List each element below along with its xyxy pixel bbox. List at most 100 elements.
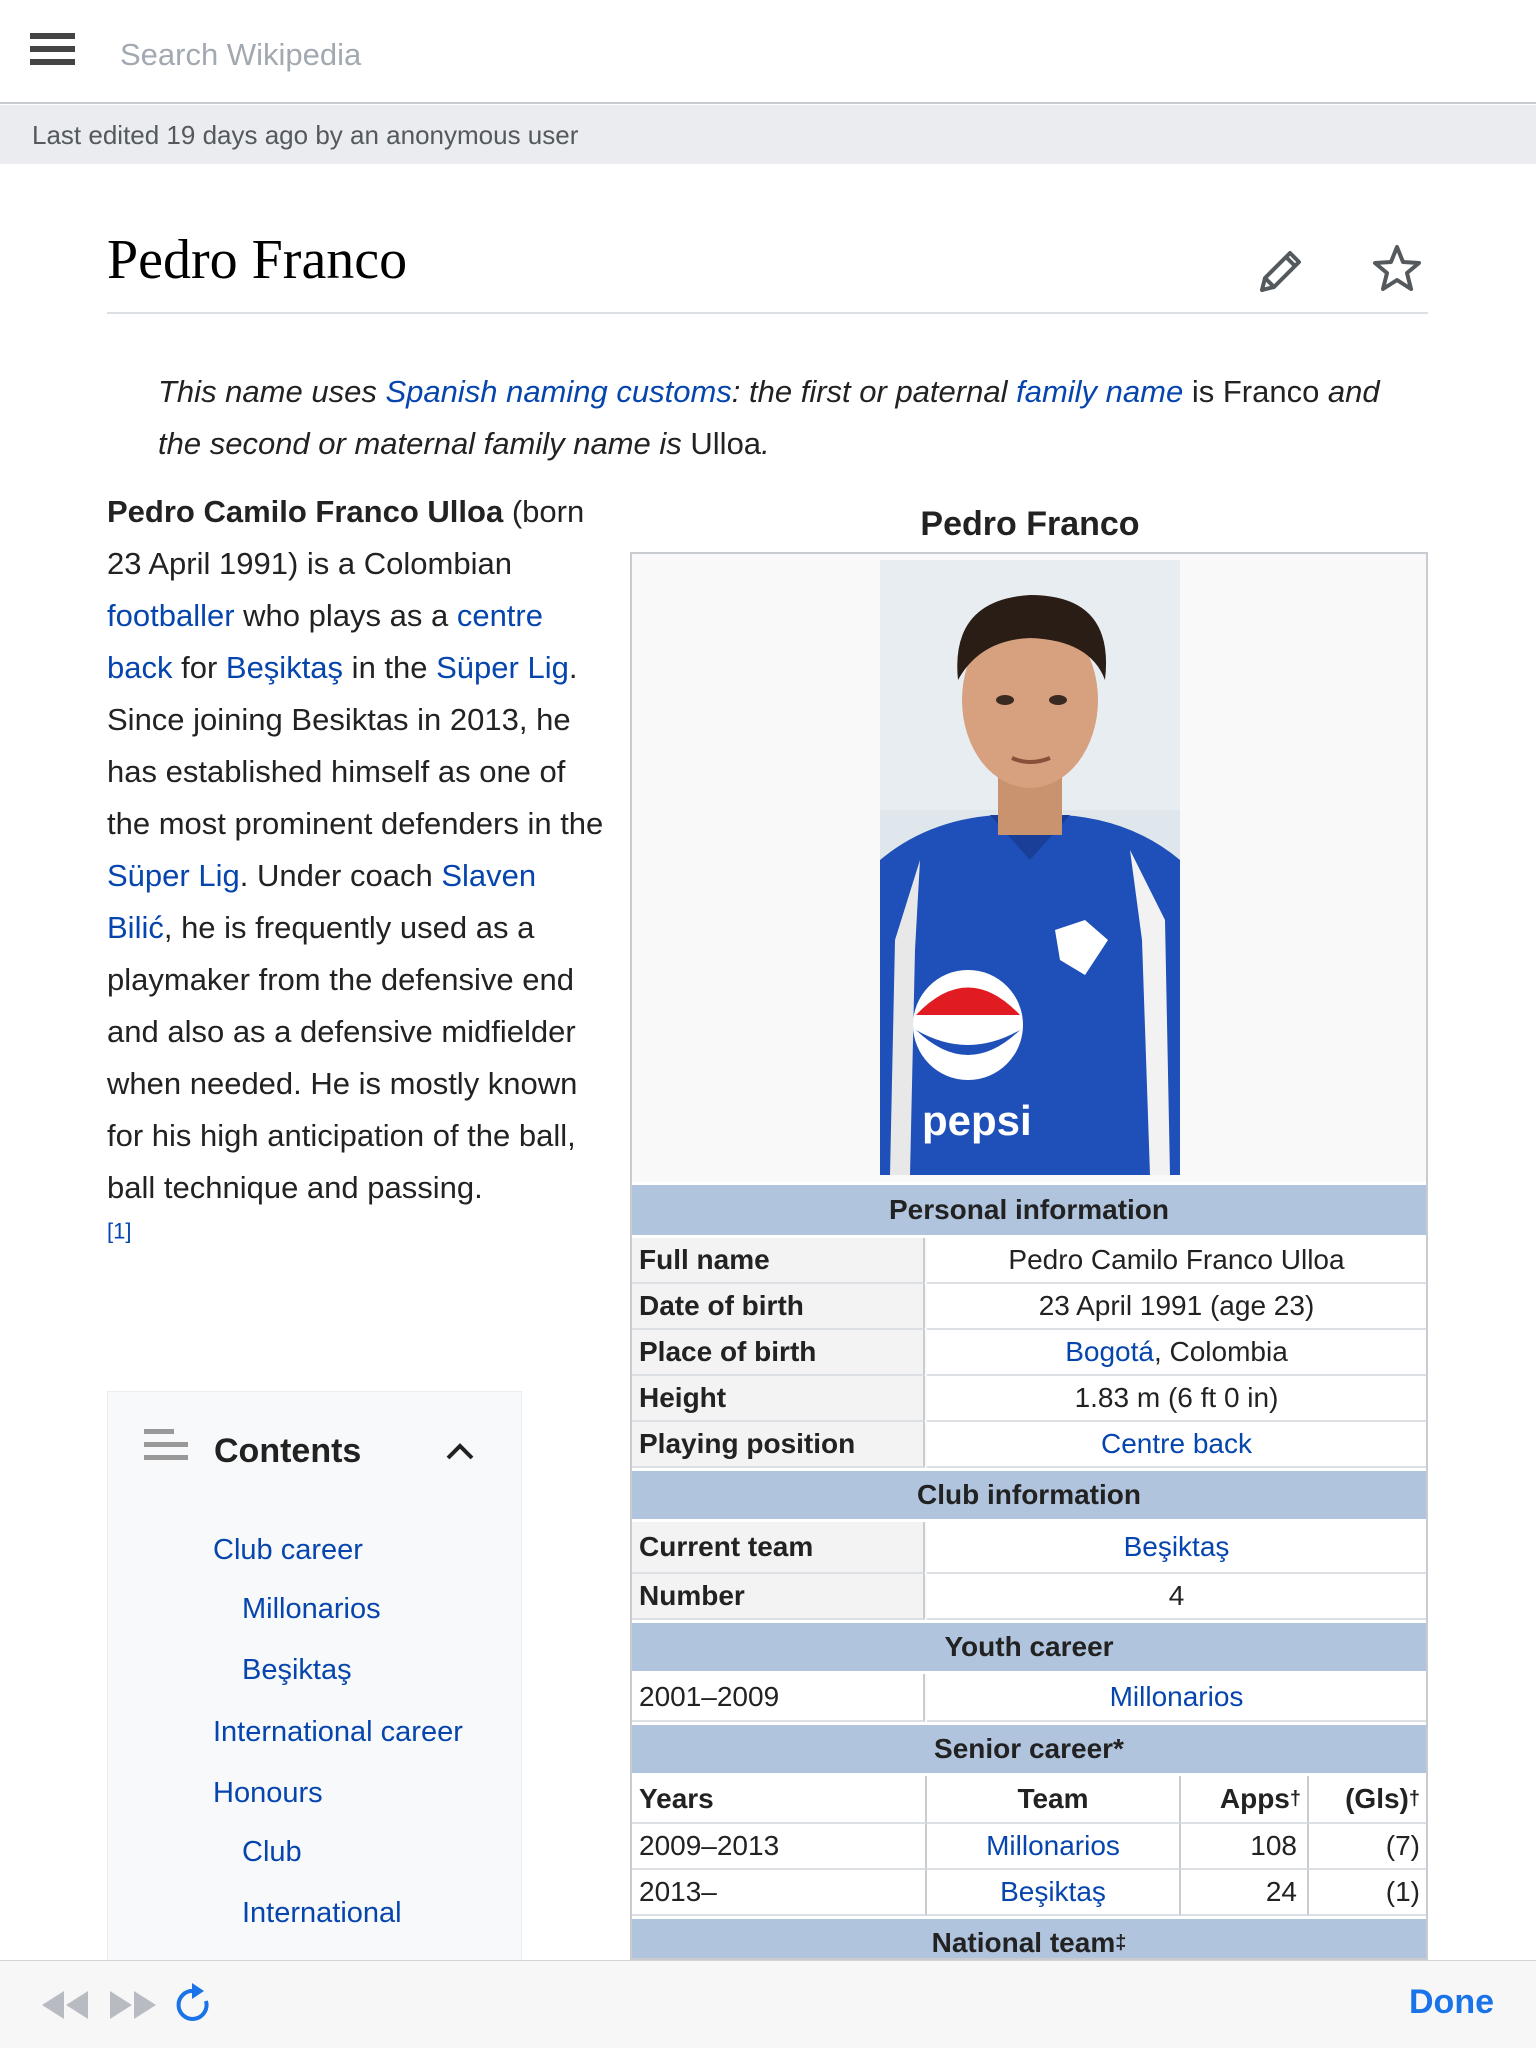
bottom-toolbar: Done	[0, 1960, 1536, 2048]
cell-years: 2013–	[632, 1870, 927, 1916]
infobox-row-place-of-birth: Place of birth Bogotá, Colombia	[632, 1330, 1426, 1376]
infobox-header-youth: Youth career	[632, 1620, 1426, 1674]
infobox: pepsi Personal information Full name Ped…	[630, 552, 1428, 1960]
row-label: Playing position	[632, 1422, 925, 1468]
player-photo[interactable]: pepsi	[880, 560, 1180, 1175]
star-watch-icon[interactable]	[1370, 242, 1424, 296]
row-value: Millonarios	[927, 1674, 1426, 1722]
senior-career-row: 2013– Beşiktaş 24 (1)	[632, 1870, 1426, 1916]
row-value: 1.83 m (6 ft 0 in)	[927, 1376, 1426, 1422]
toc-item-club[interactable]: Club	[242, 1836, 302, 1869]
hatnote-text: .	[761, 426, 770, 461]
link-besiktas[interactable]: Beşiktaş	[226, 650, 343, 685]
row-value-text: , Colombia	[1153, 1336, 1288, 1367]
link-super-lig[interactable]: Süper Lig	[107, 858, 240, 893]
cell-goals: (1)	[1309, 1870, 1426, 1916]
row-label: Full name	[632, 1238, 925, 1284]
forward-arrow-icon[interactable]	[104, 1983, 160, 2027]
toc-item-honours[interactable]: Honours	[213, 1777, 323, 1810]
table-of-contents: Contents Club career Millonarios Beşikta…	[107, 1391, 522, 1961]
national-team-label: National team	[931, 1927, 1116, 1958]
row-label: Current team	[632, 1522, 925, 1574]
last-edited-bar[interactable]: Last edited 19 days ago by an anonymous …	[0, 105, 1536, 164]
row-label: 2001–2009	[632, 1674, 925, 1722]
link-super-lig[interactable]: Süper Lig	[436, 650, 569, 685]
cell-team: Beşiktaş	[927, 1870, 1181, 1916]
cell-years: 2009–2013	[632, 1824, 927, 1870]
contents-title: Contents	[214, 1432, 362, 1470]
page-title: Pedro Franco	[107, 229, 408, 291]
row-label: Date of birth	[632, 1284, 925, 1330]
hatnote-maternal-name: Ulloa	[690, 426, 762, 461]
hatnote-text: This name uses	[158, 374, 386, 409]
infobox-caption: Pedro Franco	[920, 505, 1140, 543]
back-arrow-icon[interactable]	[38, 1983, 94, 2027]
senior-career-row: 2009–2013 Millonarios 108 (7)	[632, 1824, 1426, 1870]
search-input[interactable]	[120, 30, 1320, 80]
toc-item-millonarios[interactable]: Millonarios	[242, 1593, 381, 1626]
link-besiktas[interactable]: Beşiktaş	[1124, 1531, 1230, 1563]
pencil-edit-icon[interactable]	[1254, 244, 1308, 298]
row-label: Height	[632, 1376, 925, 1422]
jersey-sponsor-text: pepsi	[922, 1097, 1032, 1144]
column-header-team: Team	[927, 1776, 1181, 1824]
row-value: 4	[927, 1574, 1426, 1620]
cell-team: Millonarios	[927, 1824, 1181, 1870]
infobox-row-playing-position: Playing position Centre back	[632, 1422, 1426, 1468]
done-button[interactable]: Done	[1409, 1983, 1494, 2022]
lead-text: , he is frequently used as a playmaker f…	[107, 910, 578, 1205]
link-family-name[interactable]: family name	[1016, 374, 1183, 409]
title-row: Pedro Franco	[107, 228, 1428, 314]
column-header-apps: Apps †	[1181, 1776, 1309, 1824]
link-millonarios[interactable]: Millonarios	[1110, 1681, 1244, 1713]
row-value: Pedro Camilo Franco Ulloa	[927, 1238, 1426, 1284]
column-header-goals-label: (Gls)	[1345, 1783, 1409, 1814]
hatnote: This name uses Spanish naming customs: t…	[158, 366, 1428, 470]
infobox-row-height: Height 1.83 m (6 ft 0 in)	[632, 1376, 1426, 1422]
lead-text: who plays as a	[234, 598, 457, 633]
cell-goals: (7)	[1309, 1824, 1426, 1870]
column-header-years: Years	[632, 1776, 927, 1824]
reference-link[interactable]: [1]	[107, 1219, 131, 1244]
infobox-row-number: Number 4	[632, 1574, 1426, 1620]
link-millonarios[interactable]: Millonarios	[986, 1830, 1120, 1862]
infobox-header-club: Club information	[632, 1468, 1426, 1522]
lead-text: for	[172, 650, 226, 685]
contents-list-icon	[144, 1429, 188, 1469]
toc-item-club-career[interactable]: Club career	[213, 1534, 363, 1567]
row-label: Number	[632, 1574, 925, 1620]
cell-apps: 108	[1181, 1824, 1309, 1870]
lead-text: in the	[343, 650, 437, 685]
infobox-header-personal: Personal information	[632, 1182, 1426, 1238]
infobox-header-national-team: National team ‡	[632, 1916, 1426, 1958]
infobox-row-date-of-birth: Date of birth 23 April 1991 (age 23)	[632, 1284, 1426, 1330]
row-value: Centre back	[927, 1422, 1426, 1468]
row-value: Bogotá, Colombia	[927, 1330, 1426, 1376]
lead-name: Pedro Camilo Franco Ulloa	[107, 494, 504, 529]
row-value: Beşiktaş	[927, 1522, 1426, 1574]
cell-apps: 24	[1181, 1870, 1309, 1916]
hatnote-paternal-name: Franco	[1222, 374, 1320, 409]
link-footballer[interactable]: footballer	[107, 598, 235, 633]
toc-item-international-career[interactable]: International career	[213, 1716, 463, 1749]
link-besiktas[interactable]: Beşiktaş	[1000, 1876, 1106, 1908]
infobox-row-full-name: Full name Pedro Camilo Franco Ulloa	[632, 1238, 1426, 1284]
hamburger-menu-icon[interactable]	[30, 33, 75, 71]
row-label: Place of birth	[632, 1330, 925, 1376]
hatnote-text: is	[1183, 374, 1223, 409]
infobox-row-youth: 2001–2009 Millonarios	[632, 1674, 1426, 1722]
toc-item-international[interactable]: International	[242, 1897, 402, 1930]
chevron-up-icon[interactable]	[440, 1432, 480, 1472]
lead-paragraph: Pedro Camilo Franco Ulloa (born 23 April…	[107, 486, 607, 1266]
link-bogota[interactable]: Bogotá	[1065, 1336, 1154, 1368]
hatnote-text: : the first or paternal	[731, 374, 1017, 409]
reload-icon[interactable]	[170, 1983, 218, 2027]
link-centre-back[interactable]: Centre back	[1101, 1428, 1252, 1460]
senior-career-column-headers: Years Team Apps † (Gls) †	[632, 1776, 1426, 1824]
toc-item-besiktas[interactable]: Beşiktaş	[242, 1654, 352, 1687]
column-header-goals: (Gls) †	[1309, 1776, 1426, 1824]
row-value: 23 April 1991 (age 23)	[927, 1284, 1426, 1330]
column-header-apps-label: Apps	[1219, 1783, 1290, 1814]
infobox-row-current-team: Current team Beşiktaş	[632, 1522, 1426, 1574]
link-spanish-naming-customs[interactable]: Spanish naming customs	[385, 374, 731, 409]
